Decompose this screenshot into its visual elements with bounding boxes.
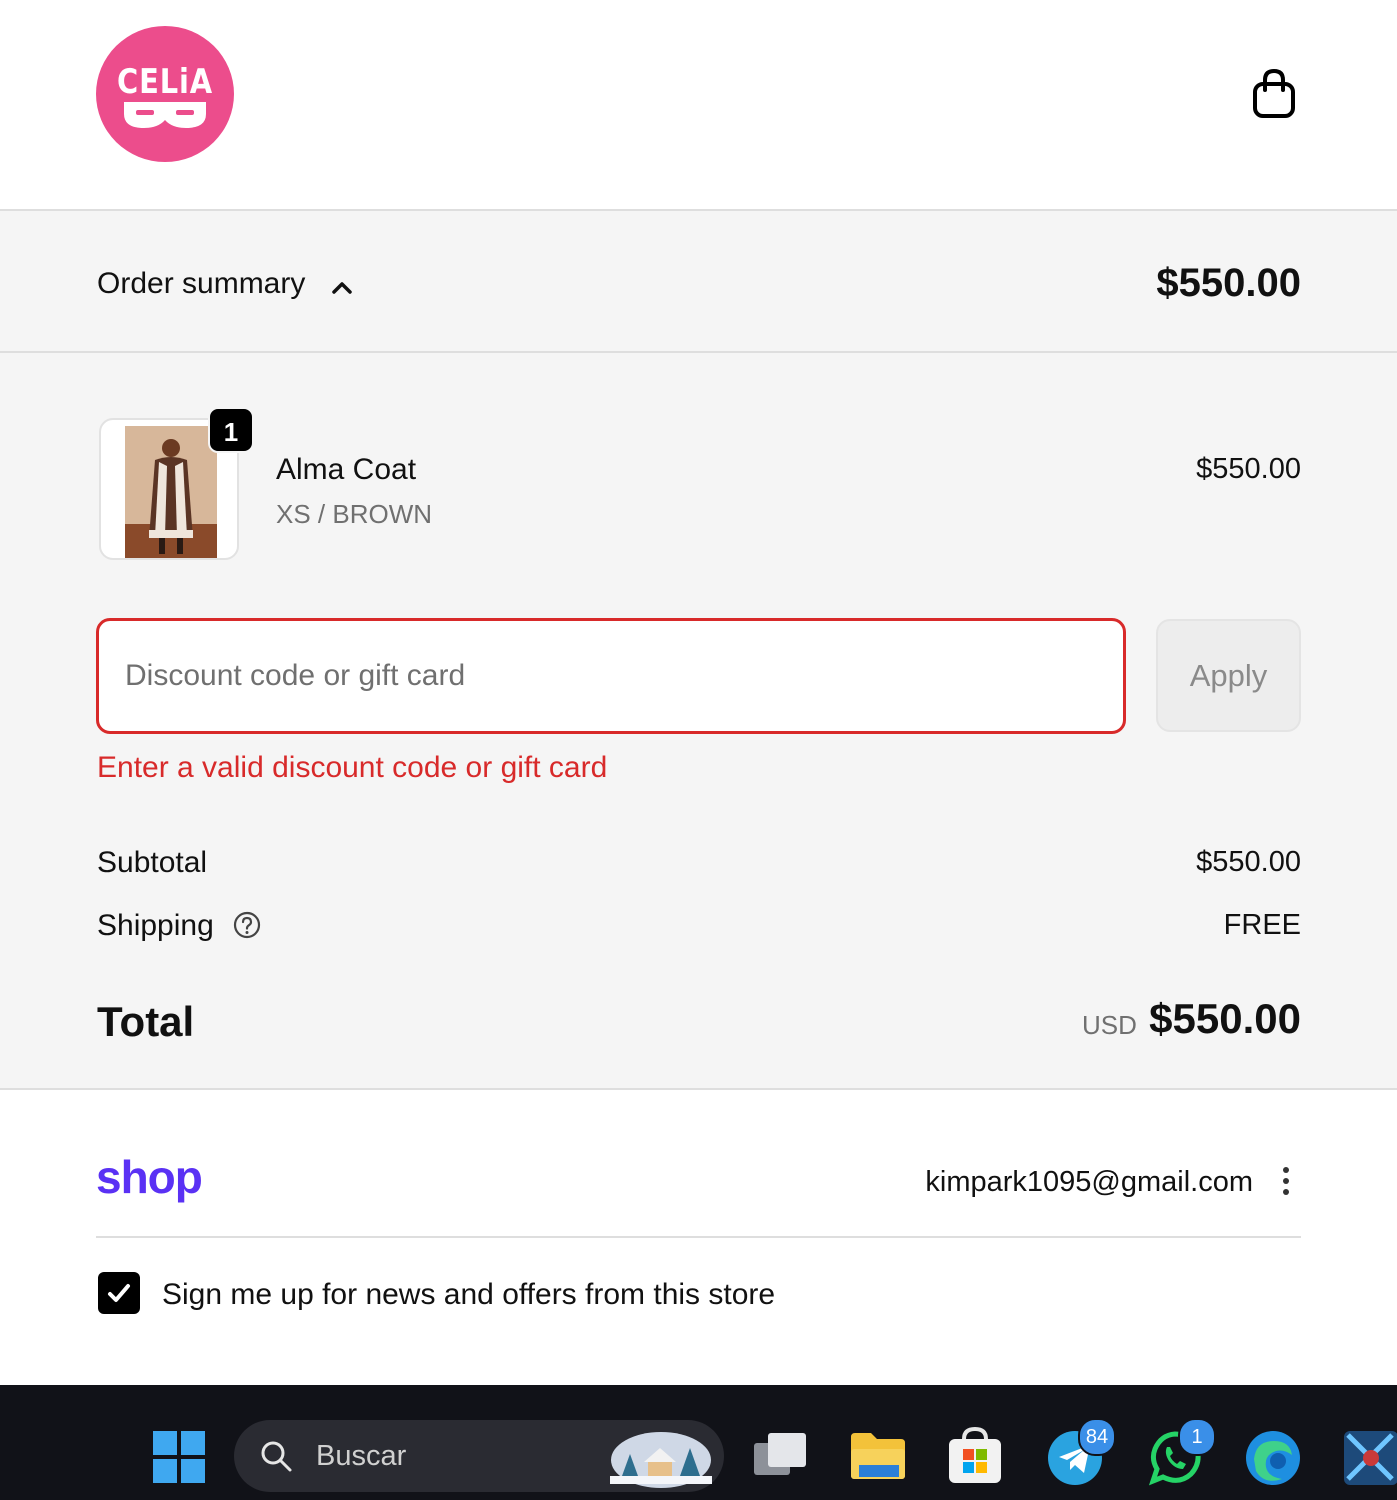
edge-browser-icon[interactable] [1244, 1429, 1302, 1487]
discount-error-message: Enter a valid discount code or gift card [97, 751, 608, 784]
order-details: 1 Alma Coat XS / BROWN $550.00 Apply Ent… [0, 353, 1397, 1090]
kebab-menu-icon[interactable] [1278, 1166, 1294, 1198]
total-value: $550.00 [1149, 995, 1301, 1042]
discount-code-input[interactable] [96, 618, 1126, 734]
section-divider [96, 1236, 1301, 1238]
taskbar-search[interactable]: Buscar [234, 1420, 724, 1492]
shop-pay-email: kimpark1095@gmail.com [925, 1166, 1253, 1198]
winter-scene-icon [610, 1432, 712, 1488]
windows-start-icon[interactable] [151, 1429, 207, 1485]
checkout-header: CELiA [0, 0, 1397, 211]
question-circle-icon[interactable] [233, 911, 261, 939]
taskbar-search-placeholder: Buscar [316, 1440, 407, 1472]
mask-icon [124, 102, 206, 128]
store-logo[interactable]: CELiA [96, 26, 234, 162]
total-label: Total [97, 998, 195, 1045]
newsletter-checkbox[interactable] [98, 1272, 140, 1314]
product-price: $550.00 [1196, 453, 1301, 485]
order-summary-total: $550.00 [1156, 261, 1301, 305]
store-logo-text: CELiA [117, 62, 213, 102]
shipping-label: Shipping [97, 909, 214, 942]
shopping-bag-icon[interactable] [1250, 68, 1298, 120]
chevron-up-icon [332, 282, 352, 294]
order-summary-toggle[interactable]: Order summary $550.00 [0, 211, 1397, 353]
product-name: Alma Coat [276, 453, 417, 486]
task-view-icon[interactable] [750, 1429, 810, 1481]
checkmark-icon [108, 1284, 130, 1302]
total-currency: USD [1082, 1010, 1137, 1040]
subtotal-label: Subtotal [97, 846, 208, 879]
shipping-value: FREE [1223, 909, 1301, 941]
microsoft-store-icon[interactable] [946, 1425, 1004, 1485]
search-icon [261, 1441, 292, 1472]
subtotal-value: $550.00 [1196, 846, 1301, 878]
telegram-badge: 84 [1078, 1418, 1116, 1456]
whatsapp-badge: 1 [1178, 1418, 1216, 1456]
apply-discount-button[interactable]: Apply [1156, 619, 1301, 732]
windows-taskbar: Buscar 84 1 [0, 1385, 1397, 1500]
order-summary-label: Order summary [97, 267, 306, 300]
file-explorer-icon[interactable] [849, 1429, 907, 1481]
app-shortcut-icon[interactable] [1342, 1429, 1397, 1487]
newsletter-label[interactable]: Sign me up for news and offers from this… [162, 1278, 775, 1312]
quantity-badge: 1 [208, 407, 254, 453]
product-image [125, 426, 217, 558]
shop-pay-logo: shop [96, 1151, 203, 1203]
product-variant: XS / BROWN [276, 499, 433, 529]
